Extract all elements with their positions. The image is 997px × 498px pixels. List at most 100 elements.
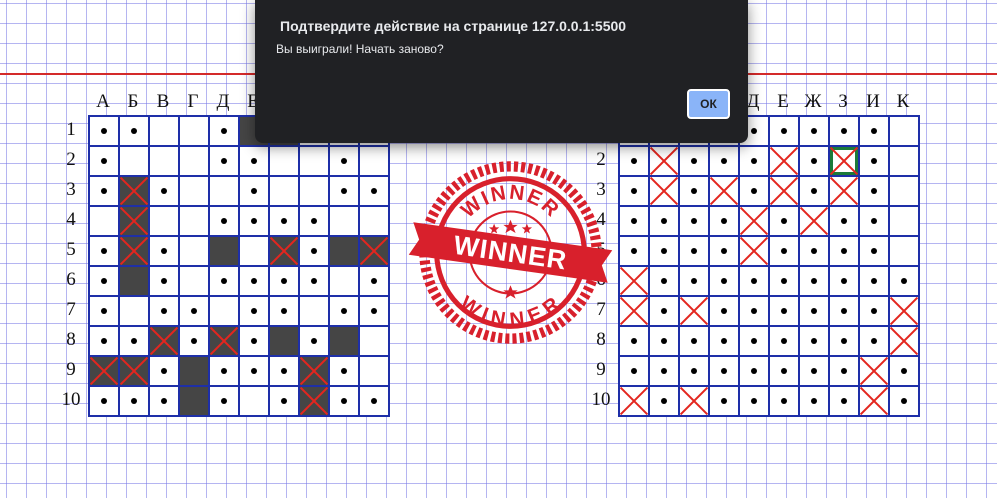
- grid-cell[interactable]: [890, 177, 920, 207]
- miss-cell[interactable]: [620, 177, 650, 207]
- miss-cell[interactable]: [770, 357, 800, 387]
- miss-cell[interactable]: [770, 267, 800, 297]
- miss-cell[interactable]: [740, 297, 770, 327]
- miss-cell[interactable]: [650, 237, 680, 267]
- grid-cell[interactable]: [890, 237, 920, 267]
- hit-cell[interactable]: [650, 177, 680, 207]
- miss-cell[interactable]: [770, 387, 800, 417]
- miss-cell[interactable]: [890, 267, 920, 297]
- miss-cell[interactable]: [770, 237, 800, 267]
- miss-cell[interactable]: [800, 357, 830, 387]
- hit-cell[interactable]: [620, 297, 650, 327]
- hit-cell[interactable]: [620, 267, 650, 297]
- miss-cell[interactable]: [620, 327, 650, 357]
- miss-cell[interactable]: [860, 237, 890, 267]
- miss-cell[interactable]: [830, 267, 860, 297]
- miss-cell[interactable]: [620, 357, 650, 387]
- hit-cell[interactable]: [860, 387, 890, 417]
- hit-cell[interactable]: [770, 177, 800, 207]
- hit-cell[interactable]: [740, 207, 770, 237]
- miss-cell[interactable]: [680, 177, 710, 207]
- miss-cell[interactable]: [800, 267, 830, 297]
- miss-cell[interactable]: [740, 147, 770, 177]
- grid-cell[interactable]: [890, 207, 920, 237]
- miss-cell[interactable]: [800, 147, 830, 177]
- miss-cell[interactable]: [800, 237, 830, 267]
- miss-cell[interactable]: [740, 177, 770, 207]
- miss-cell[interactable]: [830, 237, 860, 267]
- miss-cell[interactable]: [770, 327, 800, 357]
- miss-cell: [240, 147, 270, 177]
- miss-cell[interactable]: [650, 357, 680, 387]
- miss-cell[interactable]: [740, 327, 770, 357]
- miss-cell[interactable]: [830, 297, 860, 327]
- ok-button[interactable]: ОК: [687, 89, 730, 119]
- miss-cell[interactable]: [860, 327, 890, 357]
- miss-cell[interactable]: [800, 177, 830, 207]
- miss-cell[interactable]: [620, 207, 650, 237]
- miss-cell[interactable]: [710, 207, 740, 237]
- miss-cell[interactable]: [800, 297, 830, 327]
- miss-cell[interactable]: [650, 297, 680, 327]
- miss-cell[interactable]: [860, 147, 890, 177]
- hit-cell[interactable]: [770, 147, 800, 177]
- miss-cell[interactable]: [740, 267, 770, 297]
- miss-cell[interactable]: [710, 267, 740, 297]
- miss-cell[interactable]: [650, 267, 680, 297]
- miss-cell[interactable]: [710, 237, 740, 267]
- miss-cell[interactable]: [620, 147, 650, 177]
- miss-cell[interactable]: [710, 387, 740, 417]
- grid-cell: [90, 207, 120, 237]
- miss-cell[interactable]: [860, 117, 890, 147]
- miss-cell[interactable]: [770, 117, 800, 147]
- miss-cell[interactable]: [830, 357, 860, 387]
- hit-cell[interactable]: [680, 297, 710, 327]
- miss-cell[interactable]: [830, 207, 860, 237]
- last-shot-cell[interactable]: [830, 147, 860, 177]
- miss-cell[interactable]: [800, 387, 830, 417]
- hit-cell[interactable]: [650, 147, 680, 177]
- miss-cell[interactable]: [680, 357, 710, 387]
- miss-cell[interactable]: [770, 297, 800, 327]
- miss-cell[interactable]: [710, 327, 740, 357]
- confirm-dialog: Подтвердите действие на странице 127.0.0…: [255, 0, 748, 143]
- miss-cell[interactable]: [650, 387, 680, 417]
- grid-cell[interactable]: [890, 147, 920, 177]
- hit-cell[interactable]: [860, 357, 890, 387]
- hit-cell[interactable]: [830, 177, 860, 207]
- ship-cell: [330, 237, 360, 267]
- miss-cell[interactable]: [710, 297, 740, 327]
- miss-cell[interactable]: [740, 387, 770, 417]
- miss-cell[interactable]: [860, 177, 890, 207]
- miss-cell[interactable]: [740, 357, 770, 387]
- miss-cell[interactable]: [830, 117, 860, 147]
- miss-cell[interactable]: [650, 207, 680, 237]
- miss-cell[interactable]: [860, 297, 890, 327]
- hit-cell[interactable]: [710, 177, 740, 207]
- grid-cell[interactable]: [890, 117, 920, 147]
- miss-cell[interactable]: [890, 387, 920, 417]
- miss-cell[interactable]: [680, 267, 710, 297]
- miss-cell[interactable]: [860, 207, 890, 237]
- miss-cell[interactable]: [710, 357, 740, 387]
- miss-cell[interactable]: [830, 387, 860, 417]
- miss-cell[interactable]: [800, 327, 830, 357]
- miss-cell[interactable]: [830, 327, 860, 357]
- hit-cell[interactable]: [680, 387, 710, 417]
- hit-cell[interactable]: [620, 387, 650, 417]
- hit-cell[interactable]: [890, 327, 920, 357]
- miss-cell[interactable]: [680, 207, 710, 237]
- miss-cell[interactable]: [650, 327, 680, 357]
- miss-cell[interactable]: [860, 267, 890, 297]
- miss-cell[interactable]: [890, 357, 920, 387]
- miss-cell[interactable]: [800, 117, 830, 147]
- miss-cell[interactable]: [680, 147, 710, 177]
- miss-cell[interactable]: [680, 327, 710, 357]
- miss-cell[interactable]: [620, 237, 650, 267]
- miss-cell[interactable]: [710, 147, 740, 177]
- hit-cell[interactable]: [740, 237, 770, 267]
- hit-cell[interactable]: [890, 297, 920, 327]
- miss-cell[interactable]: [770, 207, 800, 237]
- hit-cell[interactable]: [800, 207, 830, 237]
- miss-cell[interactable]: [680, 237, 710, 267]
